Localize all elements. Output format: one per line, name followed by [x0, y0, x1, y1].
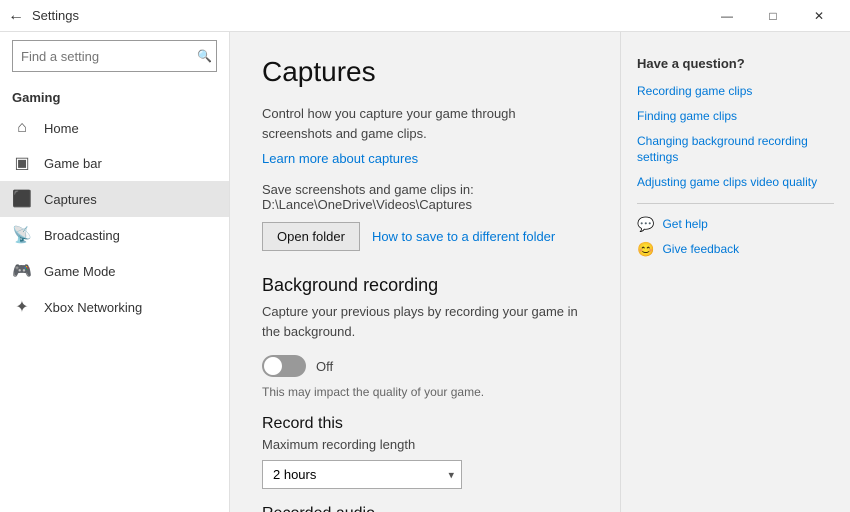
sidebar-item-label-broadcasting: Broadcasting [44, 228, 120, 243]
background-recording-desc: Capture your previous plays by recording… [262, 302, 588, 341]
page-title: Captures [262, 56, 588, 88]
record-this-title: Record this [262, 415, 588, 433]
gamebar-icon: ▣ [12, 153, 32, 173]
sidebar-item-gamemode[interactable]: 🎮 Game Mode [0, 253, 229, 289]
sidebar-section-title: Gaming [0, 80, 229, 111]
sidebar-item-captures[interactable]: ⬛ Captures [0, 181, 229, 217]
get-help-icon: 💬 [637, 216, 654, 233]
right-panel-title: Have a question? [637, 56, 834, 71]
minimize-button[interactable]: — [704, 0, 750, 32]
page-description: Control how you capture your game throug… [262, 104, 588, 143]
background-toggle-row: Off [262, 355, 588, 377]
sidebar-item-broadcasting[interactable]: 📡 Broadcasting [0, 217, 229, 253]
recording-length-dropdown-wrapper: 30 minutes 1 hour 2 hours 4 hours ▾ [262, 460, 462, 489]
captures-icon: ⬛ [12, 189, 32, 209]
sidebar-item-label-gamemode: Game Mode [44, 264, 116, 279]
panel-divider [637, 203, 834, 204]
close-button[interactable]: ✕ [796, 0, 842, 32]
main-content: Captures Control how you capture your ga… [230, 32, 620, 512]
toggle-note: This may impact the quality of your game… [262, 385, 588, 399]
give-feedback-label: Give feedback [662, 242, 739, 256]
link-recording-game-clips[interactable]: Recording game clips [637, 83, 834, 100]
recorded-audio-title: Recorded audio [262, 505, 588, 512]
sidebar-item-label-gamebar: Game bar [44, 156, 102, 171]
search-box[interactable]: 🔍 [12, 40, 217, 72]
gamemode-icon: 🎮 [12, 261, 32, 281]
background-recording-title: Background recording [262, 275, 588, 296]
give-feedback-action[interactable]: 😊 Give feedback [637, 241, 834, 258]
recording-length-dropdown[interactable]: 30 minutes 1 hour 2 hours 4 hours [262, 460, 462, 489]
back-button[interactable]: ← [8, 7, 24, 25]
app-body: 🔍 Gaming ⌂ Home ▣ Game bar ⬛ Captures 📡 … [0, 32, 850, 512]
save-path-label: Save screenshots and game clips in: D:\L… [262, 182, 588, 212]
sidebar-item-label-xboxnetworking: Xbox Networking [44, 300, 142, 315]
open-folder-button[interactable]: Open folder [262, 222, 360, 251]
learn-more-link[interactable]: Learn more about captures [262, 151, 588, 166]
sidebar-item-label-home: Home [44, 121, 79, 136]
home-icon: ⌂ [12, 119, 32, 137]
search-icon: 🔍 [197, 49, 212, 63]
background-toggle-state: Off [316, 359, 333, 374]
max-recording-label: Maximum recording length [262, 437, 588, 452]
sidebar-item-gamebar[interactable]: ▣ Game bar [0, 145, 229, 181]
broadcasting-icon: 📡 [12, 225, 32, 245]
give-feedback-icon: 😊 [637, 241, 654, 258]
sidebar-item-xboxnetworking[interactable]: ✦ Xbox Networking [0, 289, 229, 325]
right-panel: Have a question? Recording game clips Fi… [620, 32, 850, 512]
xboxnetworking-icon: ✦ [12, 297, 32, 317]
search-input[interactable] [21, 49, 197, 64]
background-toggle[interactable] [262, 355, 306, 377]
how-to-save-link[interactable]: How to save to a different folder [372, 229, 555, 244]
window-title: Settings [32, 8, 704, 23]
get-help-action[interactable]: 💬 Get help [637, 216, 834, 233]
maximize-button[interactable]: □ [750, 0, 796, 32]
sidebar-item-label-captures: Captures [44, 192, 97, 207]
toggle-knob [264, 357, 282, 375]
folder-actions: Open folder How to save to a different f… [262, 222, 588, 251]
get-help-label: Get help [662, 217, 707, 231]
window-controls: — □ ✕ [704, 0, 842, 32]
sidebar: 🔍 Gaming ⌂ Home ▣ Game bar ⬛ Captures 📡 … [0, 32, 230, 512]
link-adjusting-video-quality[interactable]: Adjusting game clips video quality [637, 174, 834, 191]
sidebar-item-home[interactable]: ⌂ Home [0, 111, 229, 145]
title-bar: ← Settings — □ ✕ [0, 0, 850, 32]
link-finding-game-clips[interactable]: Finding game clips [637, 108, 834, 125]
link-changing-background-settings[interactable]: Changing background recording settings [637, 133, 834, 167]
